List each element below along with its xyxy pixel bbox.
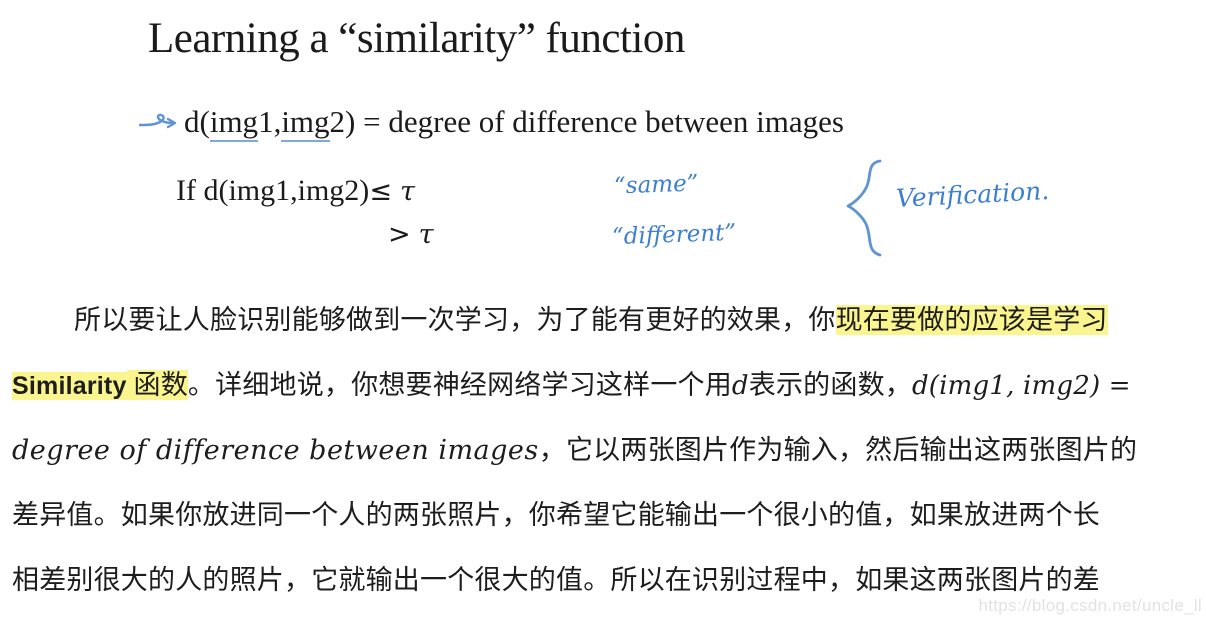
condition-prefix: If d(img1,img2) (176, 174, 370, 207)
definition-rhs: = degree of difference between images (355, 104, 844, 139)
img2-underlined: img (281, 104, 330, 142)
handwritten-different-label: “different” (611, 219, 737, 251)
paragraph-line-4: 差异值。如果你放进同一个人的两张照片，你希望它能输出一个很小的值，如果放进两个长 (0, 483, 1206, 548)
line1-plain: 所以要让人脸识别能够做到一次学习，为了能有更好的效果，你 (74, 305, 836, 335)
paragraph-line-3: degree of difference between images，它以两张… (0, 418, 1206, 483)
csdn-watermark: https://blog.csdn.net/uncle_ll (978, 596, 1202, 615)
line4-plain: 差异值。如果你放进同一个人的两张照片，你希望它能输出一个很小的值，如果放进两个长 (12, 500, 1100, 530)
definition-row: d(img1,img2) = degree of difference betw… (138, 100, 844, 144)
chinese-explanation-paragraph: 所以要让人脸识别能够做到一次学习，为了能有更好的效果，你现在要做的应该是学习 S… (0, 288, 1206, 613)
handwritten-same-label: “same” (613, 170, 699, 200)
condition-line-gt: > τ (176, 213, 434, 256)
condition-line-leq: If d(img1,img2)≤ τ (176, 170, 434, 213)
slide-title: Learning a “similarity” function (148, 15, 685, 62)
line1-highlighted: 现在要做的应该是学习 (835, 305, 1108, 335)
line3-math-phrase: degree of difference between images (12, 435, 539, 466)
less-equal-operator: ≤ (369, 176, 392, 207)
line5-plain: 相差别很大的人的照片，它就输出一个很大的值。所以在识别过程中，如果这两张图片的差 (12, 565, 1100, 595)
line2-plain-b: 表示的函数， (748, 370, 912, 400)
hand-drawn-arrow-icon (138, 113, 177, 129)
handwritten-verification-label: Verification. (895, 176, 1050, 213)
paragraph-line-2: Similarity 函数。详细地说，你想要神经网络学习这样一个用d表示的函数，… (0, 353, 1206, 418)
img1-rest: 1, (258, 104, 282, 139)
similarity-definition-text: d(img1,img2) = degree of difference betw… (184, 104, 844, 142)
greater-than-operator: > (388, 218, 411, 250)
definition-prefix: d( (184, 104, 210, 139)
curly-brace-icon (846, 159, 882, 257)
img2-rest: 2) (329, 104, 356, 139)
line2-math-formula: d(img1, img2) = (911, 371, 1131, 401)
tau-symbol-1: τ (399, 176, 415, 207)
similarity-keyword: Similarity (12, 372, 127, 400)
line2-highlighted-cn: 函数 (126, 370, 188, 400)
line3-plain: ，它以两张图片作为输入，然后输出这两张图片的 (538, 435, 1138, 465)
threshold-condition-block: If d(img1,img2)≤ τ > τ (176, 170, 434, 255)
paragraph-line-1: 所以要让人脸识别能够做到一次学习，为了能有更好的效果，你现在要做的应该是学习 (0, 288, 1206, 353)
tau-symbol-2: τ (418, 218, 434, 250)
img1-underlined: img (209, 104, 259, 142)
line2-plain-a: 。详细地说，你想要神经网络学习这样一个用 (187, 370, 732, 400)
line2-math-d: d (731, 371, 749, 401)
lecture-slide-image: Learning a “similarity” function d(img1,… (0, 0, 1206, 280)
